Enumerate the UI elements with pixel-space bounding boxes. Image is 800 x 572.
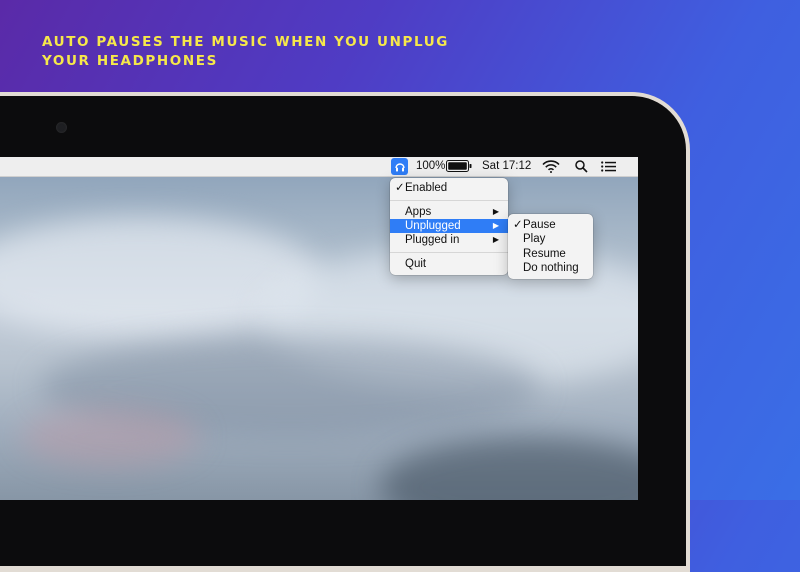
wifi-icon[interactable]: [542, 160, 560, 175]
headline-line-1: AUTO PAUSES THE MUSIC WHEN YOU UNPLUG: [42, 34, 449, 50]
submenu-arrow-icon: ▶: [492, 235, 499, 244]
menu-item-enabled[interactable]: ✓ Enabled: [390, 181, 508, 195]
wallpaper-mountains: [380, 437, 638, 500]
submenu-item-play[interactable]: Play: [508, 232, 593, 246]
checkmark-icon: ✓: [395, 182, 405, 194]
menu-bar: 100% Sat 17:12: [0, 157, 638, 177]
menu-item-quit[interactable]: Quit: [390, 257, 508, 271]
notification-list-icon[interactable]: [601, 161, 616, 176]
menu-item-label: Enabled: [405, 182, 448, 194]
promo-headline: AUTO PAUSES THE MUSIC WHEN YOU UNPLUG YO…: [42, 33, 462, 71]
submenu-item-label: Pause: [523, 219, 556, 231]
checkmark-icon: ✓: [513, 219, 523, 231]
submenu-item-pause[interactable]: ✓ Pause: [508, 218, 593, 232]
unplugged-submenu: ✓ Pause Play Resume Do nothing: [508, 214, 593, 279]
menu-item-label: Quit: [405, 258, 427, 270]
submenu-arrow-icon: ▶: [492, 207, 499, 216]
submenu-item-label: Play: [523, 233, 546, 245]
submenu-item-do-nothing[interactable]: Do nothing: [508, 261, 593, 275]
desktop-screen: 100% Sat 17:12 ✓ Enabled Apps ▶ Unplugge…: [0, 157, 638, 500]
headphones-icon: [394, 162, 405, 171]
battery-percent: 100%: [416, 160, 446, 172]
menu-item-plugged-in[interactable]: Plugged in ▶: [390, 233, 508, 247]
menu-item-unplugged[interactable]: Unplugged ▶: [390, 219, 508, 233]
menu-item-label: Unplugged: [405, 220, 461, 232]
submenu-arrow-icon: ▶: [492, 221, 499, 230]
menu-separator: [390, 200, 508, 201]
search-icon[interactable]: [575, 160, 588, 175]
submenu-item-label: Resume: [523, 248, 566, 260]
menu-item-label: Apps: [405, 206, 432, 218]
headphones-app-icon[interactable]: [391, 158, 408, 175]
menu-item-apps[interactable]: Apps ▶: [390, 205, 508, 219]
battery-icon[interactable]: [446, 160, 472, 175]
menubar-clock[interactable]: Sat 17:12: [482, 159, 531, 174]
menu-item-label: Plugged in: [405, 234, 460, 246]
headline-line-2: YOUR HEADPHONES: [42, 53, 218, 69]
app-menu: ✓ Enabled Apps ▶ Unplugged ▶ Plugged in …: [390, 178, 508, 275]
camera-lens: [56, 122, 67, 133]
submenu-item-resume[interactable]: Resume: [508, 247, 593, 261]
submenu-item-label: Do nothing: [523, 262, 579, 274]
wallpaper-cloud: [20, 407, 200, 467]
menu-separator: [390, 252, 508, 253]
